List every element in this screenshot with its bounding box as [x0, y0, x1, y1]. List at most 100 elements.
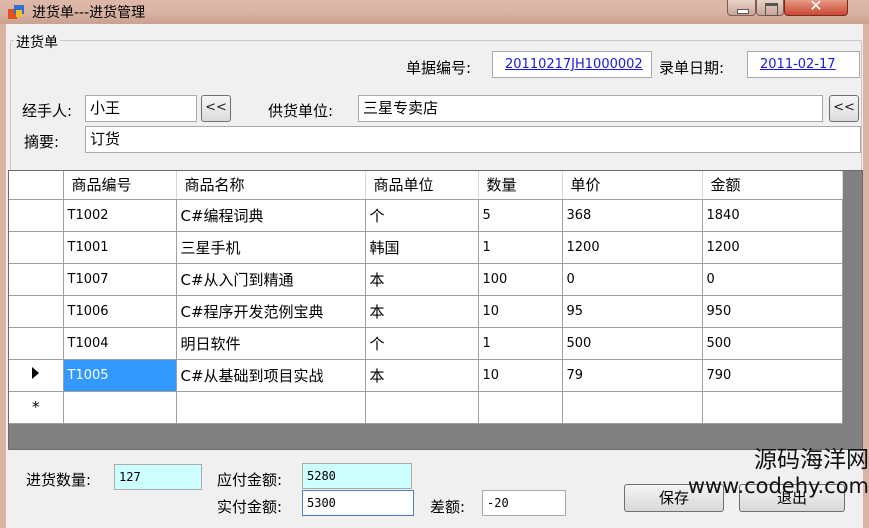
- cell-name[interactable]: 三星手机: [176, 231, 366, 264]
- cell-unit[interactable]: 个: [365, 327, 479, 360]
- current-row-arrow-icon: [32, 367, 40, 379]
- new-row-asterisk-icon: *: [32, 398, 40, 416]
- double-chevron-left-icon: <<: [205, 100, 227, 115]
- cell-amount[interactable]: 500: [702, 327, 843, 360]
- summary-label: 摘要:: [24, 133, 60, 151]
- close-icon: ✕: [809, 0, 823, 15]
- row-header[interactable]: [9, 199, 64, 232]
- watermark-url: www.codehy.com: [687, 474, 869, 498]
- payable-field: 5280: [302, 463, 412, 489]
- window-title: 进货单---进货管理: [32, 5, 146, 21]
- column-header-unit[interactable]: 商品单位: [365, 171, 479, 200]
- minimize-button[interactable]: [727, 0, 756, 16]
- date-link[interactable]: 2011-02-17: [747, 51, 860, 78]
- paid-amount-input[interactable]: 5300: [302, 490, 414, 516]
- form-icon: [8, 5, 24, 19]
- site-watermark: 源码海洋网 www.codehy.com: [657, 447, 869, 528]
- cell-new[interactable]: [63, 391, 177, 424]
- cell-amount[interactable]: 950: [702, 295, 843, 328]
- cell-price[interactable]: 79: [562, 359, 703, 392]
- watermark-name: 源码海洋网: [754, 447, 869, 473]
- cell-name[interactable]: C#从入门到精通: [176, 263, 366, 296]
- table-row[interactable]: T1002 C#编程词典 个 5 368 1840: [9, 199, 843, 232]
- cell-amount[interactable]: 1200: [702, 231, 843, 264]
- title-bar: 进货单---进货管理 ✕: [0, 0, 869, 24]
- cell-code[interactable]: T1001: [63, 231, 177, 264]
- close-button[interactable]: ✕: [784, 0, 848, 16]
- cell-name[interactable]: C#程序开发范例宝典: [176, 295, 366, 328]
- payable-label: 应付金额:: [217, 471, 283, 489]
- cell-name[interactable]: C#编程词典: [176, 199, 366, 232]
- cell-price[interactable]: 1200: [562, 231, 703, 264]
- cell-new[interactable]: [702, 391, 843, 424]
- cell-price[interactable]: 500: [562, 327, 703, 360]
- bill-no-label: 单据编号:: [406, 59, 472, 77]
- cell-new[interactable]: [478, 391, 563, 424]
- cell-unit[interactable]: 个: [365, 199, 479, 232]
- column-header-price[interactable]: 单价: [562, 171, 703, 200]
- summary-input[interactable]: 订货: [85, 126, 861, 153]
- cell-quantity[interactable]: 100: [478, 263, 563, 296]
- maximize-button[interactable]: [756, 0, 784, 16]
- table-row[interactable]: T1007 C#从入门到精通 本 100 0 0: [9, 263, 843, 296]
- cell-new[interactable]: [562, 391, 703, 424]
- goods-table: 商品编号 商品名称 商品单位 数量 单价 金额 T1002 C#编程词典 个 5…: [9, 171, 843, 424]
- cell-quantity[interactable]: 1: [478, 231, 563, 264]
- bill-no-link[interactable]: 20110217JH1000002: [492, 51, 652, 78]
- cell-code-selected[interactable]: T1005: [63, 359, 177, 392]
- cell-amount[interactable]: 0: [702, 263, 843, 296]
- cell-unit[interactable]: 本: [365, 359, 479, 392]
- cell-price[interactable]: 0: [562, 263, 703, 296]
- column-header-amount[interactable]: 金额: [702, 171, 843, 200]
- row-header-new[interactable]: *: [9, 391, 64, 424]
- cell-code[interactable]: T1006: [63, 295, 177, 328]
- cell-unit[interactable]: 韩国: [365, 231, 479, 264]
- cell-quantity[interactable]: 1: [478, 327, 563, 360]
- quantity-total-label: 进货数量:: [26, 471, 92, 489]
- column-header-quantity[interactable]: 数量: [478, 171, 563, 200]
- cell-amount[interactable]: 790: [702, 359, 843, 392]
- date-label: 录单日期:: [659, 59, 725, 77]
- row-header[interactable]: [9, 263, 64, 296]
- groupbox-title: 进货单: [14, 32, 60, 52]
- grid-corner-header: [9, 171, 64, 200]
- table-row[interactable]: T1004 明日软件 个 1 500 500: [9, 327, 843, 360]
- table-row[interactable]: T1006 C#程序开发范例宝典 本 10 95 950: [9, 295, 843, 328]
- supplier-pick-button[interactable]: <<: [829, 95, 859, 122]
- table-row[interactable]: T1001 三星手机 韩国 1 1200 1200: [9, 231, 843, 264]
- cell-new[interactable]: [176, 391, 366, 424]
- paid-label: 实付金额:: [217, 498, 283, 516]
- cell-quantity[interactable]: 10: [478, 359, 563, 392]
- column-header-code[interactable]: 商品编号: [63, 171, 177, 200]
- difference-label: 差额:: [430, 498, 466, 516]
- cell-quantity[interactable]: 10: [478, 295, 563, 328]
- row-header-current[interactable]: [9, 359, 64, 392]
- column-header-name[interactable]: 商品名称: [176, 171, 366, 200]
- handler-pick-button[interactable]: <<: [201, 95, 231, 122]
- cell-name[interactable]: 明日软件: [176, 327, 366, 360]
- cell-amount[interactable]: 1840: [702, 199, 843, 232]
- goods-data-grid[interactable]: 商品编号 商品名称 商品单位 数量 单价 金额 T1002 C#编程词典 个 5…: [8, 170, 863, 450]
- row-header[interactable]: [9, 327, 64, 360]
- cell-code[interactable]: T1004: [63, 327, 177, 360]
- quantity-total-field: 127: [114, 464, 202, 490]
- row-header[interactable]: [9, 231, 64, 264]
- table-row-current[interactable]: T1005 C#从基础到项目实战 本 10 79 790: [9, 359, 843, 392]
- cell-price[interactable]: 95: [562, 295, 703, 328]
- cell-price[interactable]: 368: [562, 199, 703, 232]
- row-header[interactable]: [9, 295, 64, 328]
- supplier-input[interactable]: 三星专卖店: [358, 95, 823, 122]
- handler-input[interactable]: 小王: [85, 95, 197, 122]
- double-chevron-left-icon: <<: [833, 100, 855, 115]
- handler-label: 经手人:: [22, 102, 73, 120]
- cell-unit[interactable]: 本: [365, 263, 479, 296]
- cell-code[interactable]: T1007: [63, 263, 177, 296]
- cell-unit[interactable]: 本: [365, 295, 479, 328]
- cell-code[interactable]: T1002: [63, 199, 177, 232]
- cell-new[interactable]: [365, 391, 479, 424]
- grid-header-row: 商品编号 商品名称 商品单位 数量 单价 金额: [9, 171, 843, 200]
- table-row-new[interactable]: *: [9, 391, 843, 424]
- difference-field: -20: [482, 490, 566, 516]
- cell-quantity[interactable]: 5: [478, 199, 563, 232]
- cell-name[interactable]: C#从基础到项目实战: [176, 359, 366, 392]
